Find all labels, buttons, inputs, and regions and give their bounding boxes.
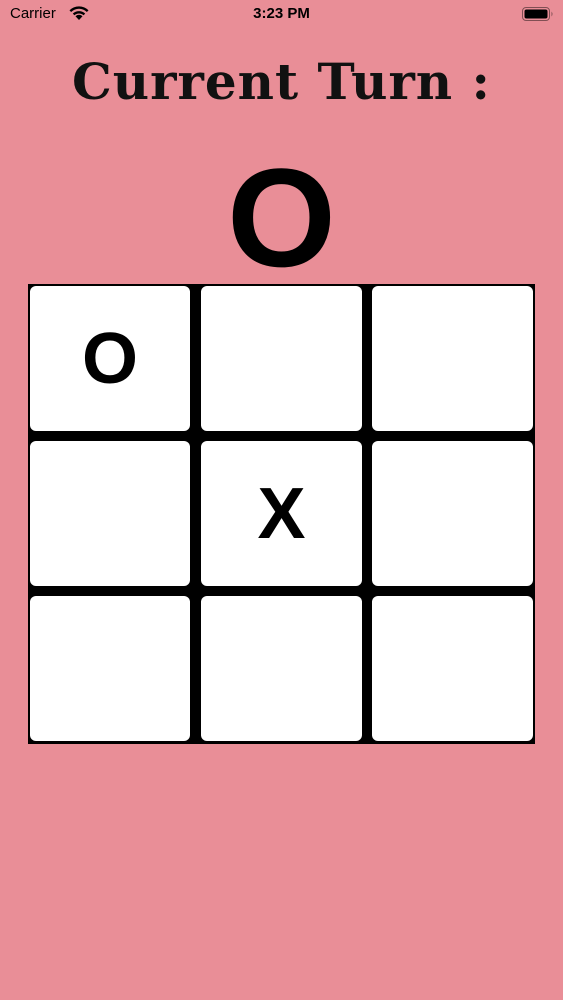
board-cell-6[interactable] <box>372 441 533 586</box>
board-cell-8[interactable] <box>201 596 362 741</box>
board-cell-9[interactable] <box>372 596 533 741</box>
board-cell-7[interactable] <box>30 596 190 741</box>
board-cell-3[interactable] <box>372 286 533 431</box>
board-cell-2[interactable] <box>201 286 362 431</box>
board-cell-4[interactable] <box>30 441 190 586</box>
battery-icon <box>522 7 553 21</box>
game-board: O X <box>28 284 535 744</box>
board-cell-5[interactable]: X <box>201 441 362 586</box>
status-time: 3:23 PM <box>253 5 310 22</box>
status-bar: Carrier 3:23 PM <box>0 0 563 32</box>
page-title: Current Turn : <box>71 52 492 111</box>
board-cell-1[interactable]: O <box>30 286 190 431</box>
current-turn-indicator: O <box>227 139 336 296</box>
